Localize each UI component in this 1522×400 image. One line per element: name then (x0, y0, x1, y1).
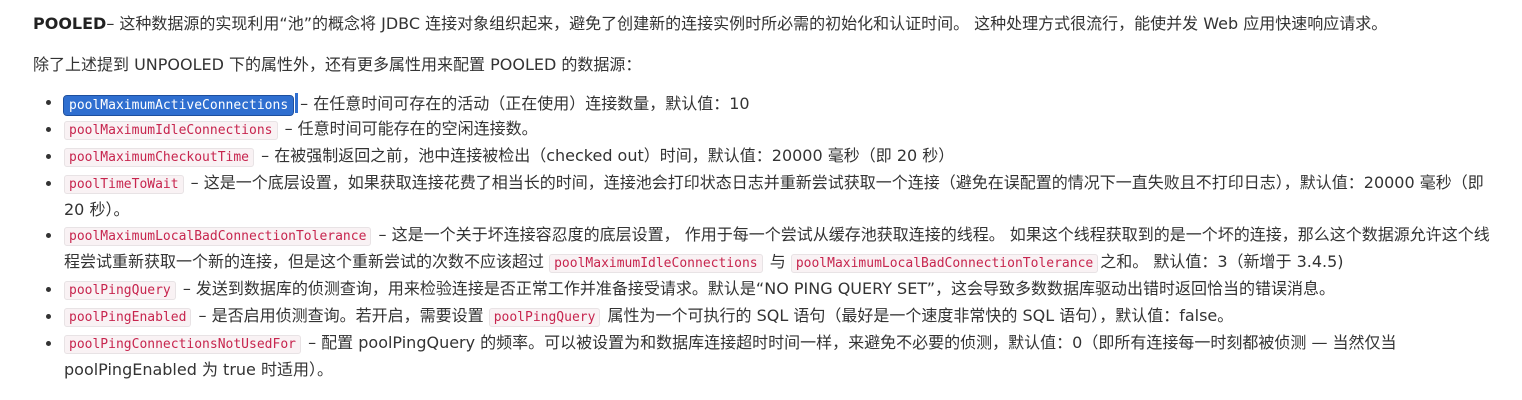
property-desc: 之和。 默认值：3（新增于 3.4.5) (1100, 252, 1344, 271)
intro-text: – 这种数据源的实现利用“池”的概念将 JDBC 连接对象组织起来，避免了创建新… (106, 14, 1388, 33)
property-code[interactable]: poolPingConnectionsNotUsedFor (64, 335, 301, 354)
property-desc: – 在被强制返回之前，池中连接被检出（checked out）时间，默认值：20… (261, 146, 955, 165)
property-code[interactable]: poolMaximumActiveConnections (62, 95, 295, 116)
list-item: poolTimeToWait – 这是一个底层设置，如果获取连接花费了相当长的时… (33, 170, 1503, 222)
property-code[interactable]: poolMaximumIdleConnections (549, 254, 763, 273)
property-code[interactable]: poolMaximumCheckoutTime (64, 148, 255, 167)
property-code[interactable]: poolPingQuery (64, 281, 176, 300)
list-item: poolPingQuery – 发送到数据库的侦测查询，用来检验连接是否正常工作… (33, 276, 1503, 303)
property-desc: 与 (769, 252, 786, 271)
property-desc: – 任意时间可能存在的空闲连接数。 (284, 119, 538, 138)
property-code[interactable]: poolPingQuery (488, 308, 601, 327)
pooled-term: POOLED (33, 14, 107, 33)
property-desc: – 在任意时间可存在的活动（正在使用）连接数量，默认值：10 (300, 94, 750, 113)
property-code[interactable]: poolMaximumLocalBadConnectionTolerance (64, 227, 372, 246)
list-item: poolMaximumLocalBadConnectionTolerance –… (33, 222, 1503, 276)
property-desc: 属性为一个可执行的 SQL 语句（最好是一个速度非常快的 SQL 语句），默认值… (607, 306, 1234, 325)
property-code[interactable]: poolPingEnabled (64, 308, 192, 327)
subtitle-paragraph: 除了上述提到 UNPOOLED 下的属性外，还有更多属性用来配置 POOLED … (33, 55, 642, 74)
property-code[interactable]: poolTimeToWait (64, 175, 184, 194)
property-code[interactable]: poolMaximumLocalBadConnectionTolerance (790, 254, 1099, 273)
property-list: poolMaximumActiveConnections – 在任意时间可存在的活… (33, 89, 1503, 382)
list-item: poolMaximumCheckoutTime – 在被强制返回之前，池中连接被… (33, 143, 1503, 170)
property-desc: – 发送到数据库的侦测查询，用来检验连接是否正常工作并准备接受请求。默认是“NO… (182, 279, 1336, 298)
property-desc: – 这是一个底层设置，如果获取连接花费了相当长的时间，连接池会打印状态日志并重新… (64, 173, 1484, 219)
list-item: poolMaximumActiveConnections – 在任意时间可存在的活… (33, 89, 1503, 116)
property-code[interactable]: poolMaximumIdleConnections (64, 121, 278, 140)
list-item: poolPingConnectionsNotUsedFor – 配置 poolP… (33, 330, 1503, 382)
text-caret (295, 93, 299, 113)
list-item: poolMaximumIdleConnections – 任意时间可能存在的空闲… (33, 116, 1503, 143)
list-item: poolPingEnabled – 是否启用侦测查询。若开启，需要设置 pool… (33, 303, 1503, 330)
intro-paragraph: POOLED– 这种数据源的实现利用“池”的概念将 JDBC 连接对象组织起来，… (33, 11, 1513, 37)
property-desc: – 是否启用侦测查询。若开启，需要设置 (198, 306, 484, 325)
